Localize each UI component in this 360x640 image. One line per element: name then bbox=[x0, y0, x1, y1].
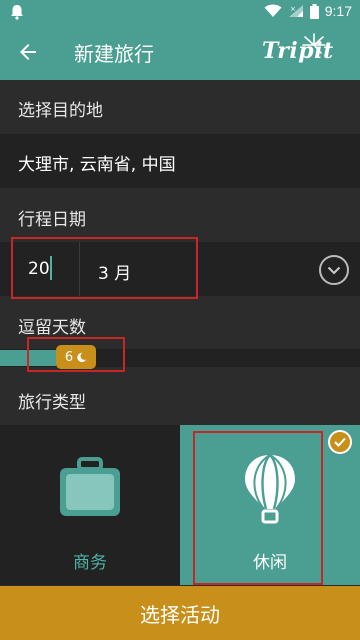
dates-label: 行程日期 bbox=[18, 210, 86, 230]
destination-value[interactable]: 大理市, 云南省, 中国 bbox=[18, 150, 176, 175]
trip-type-business-label: 商务 bbox=[73, 553, 107, 573]
check-icon bbox=[334, 437, 346, 447]
wifi-icon bbox=[264, 4, 282, 17]
svg-text:×: × bbox=[290, 5, 296, 13]
date-dropdown-button[interactable] bbox=[319, 255, 349, 285]
page-title: 新建旅行 bbox=[74, 42, 154, 66]
back-arrow-icon[interactable] bbox=[16, 40, 40, 64]
selected-check-badge bbox=[328, 430, 352, 454]
notification-bell-icon bbox=[11, 5, 23, 20]
battery-icon bbox=[309, 3, 319, 19]
status-bar: × 9:17 bbox=[0, 0, 360, 24]
date-highlight-box bbox=[11, 237, 198, 299]
leisure-highlight-box bbox=[193, 431, 323, 585]
briefcase-icon bbox=[60, 457, 120, 516]
stay-highlight-box bbox=[27, 337, 125, 372]
trip-type-label: 旅行类型 bbox=[18, 393, 86, 413]
status-time: 9:17 bbox=[324, 3, 352, 19]
choose-activities-button[interactable]: 选择活动 bbox=[0, 586, 360, 640]
chevron-down-icon bbox=[327, 266, 341, 275]
stay-label: 逗留天数 bbox=[18, 318, 86, 338]
trip-type-business[interactable]: 商务 bbox=[0, 425, 180, 585]
destination-label: 选择目的地 bbox=[18, 101, 103, 121]
signal-icon: × bbox=[288, 5, 303, 17]
logo-burst-icon bbox=[302, 33, 326, 54]
app-bar: 新建旅行 Tripit bbox=[0, 24, 360, 80]
